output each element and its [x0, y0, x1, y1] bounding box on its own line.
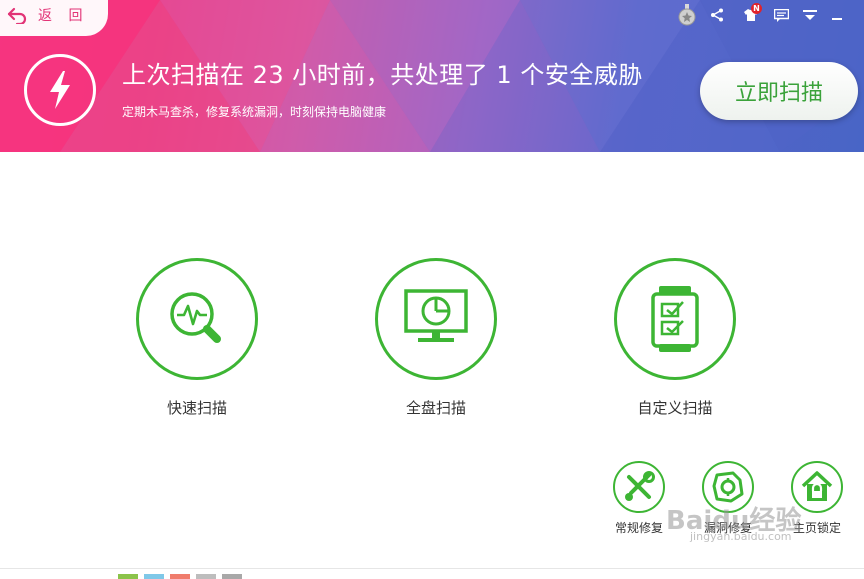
quick-scan-label: 快速扫描 — [166, 399, 227, 417]
wrench-screwdriver-icon — [625, 471, 655, 501]
quick-scan-magnifier-icon — [170, 292, 221, 343]
custom-scan-option[interactable]: 自定义扫描 — [605, 258, 745, 418]
minimize-icon[interactable] — [826, 4, 848, 26]
back-button[interactable]: 返 回 — [0, 0, 108, 36]
regular-repair-tool[interactable]: 常规修复 — [604, 461, 674, 536]
vulnerability-repair-icon — [712, 471, 744, 503]
back-arrow-icon — [7, 7, 27, 24]
homepage-lock-icon — [801, 471, 833, 501]
footer-swatch-blue — [144, 574, 164, 579]
footer-divider — [0, 568, 864, 569]
quick-scan-option[interactable]: 快速扫描 — [127, 258, 267, 418]
back-label: 返 回 — [38, 8, 89, 24]
custom-scan-label: 自定义扫描 — [637, 399, 713, 417]
message-icon[interactable] — [770, 4, 792, 26]
scan-now-button[interactable]: 立即扫描 — [700, 62, 858, 120]
footer-swatch-darkgray — [222, 574, 242, 579]
custom-scan-checklist-icon — [651, 286, 699, 352]
full-scan-option[interactable]: 全盘扫描 — [366, 258, 506, 418]
menu-dropdown-icon[interactable] — [799, 4, 821, 26]
full-scan-monitor-icon — [404, 289, 468, 342]
share-icon[interactable] — [706, 4, 728, 26]
custom-scan-circle[interactable] — [614, 258, 736, 380]
lightning-bolt-icon — [24, 54, 96, 126]
baidu-watermark-url: jingyan.baidu.com — [690, 530, 792, 543]
regular-repair-label: 常规修复 — [614, 521, 663, 535]
footer-swatch-green — [118, 574, 138, 579]
scan-tip-subline: 定期木马查杀，修复系统漏洞，时刻保持电脑健康 — [122, 105, 387, 119]
medal-icon[interactable] — [676, 4, 698, 26]
header-banner: 返 回 N 上次扫描在 23 小时前，共处理了 1 个安全威胁 定期木马查杀，修… — [0, 0, 864, 152]
quick-scan-circle[interactable] — [136, 258, 258, 380]
regular-repair-circle[interactable] — [613, 461, 665, 513]
full-scan-label: 全盘扫描 — [405, 399, 466, 417]
last-scan-headline: 上次扫描在 23 小时前，共处理了 1 个安全威胁 — [122, 61, 643, 89]
notification-badge: N — [751, 3, 762, 14]
footer-swatch-gray — [196, 574, 216, 579]
skin-shirt-icon[interactable]: N — [740, 3, 762, 26]
full-scan-circle[interactable] — [375, 258, 497, 380]
footer-swatch-red — [170, 574, 190, 579]
